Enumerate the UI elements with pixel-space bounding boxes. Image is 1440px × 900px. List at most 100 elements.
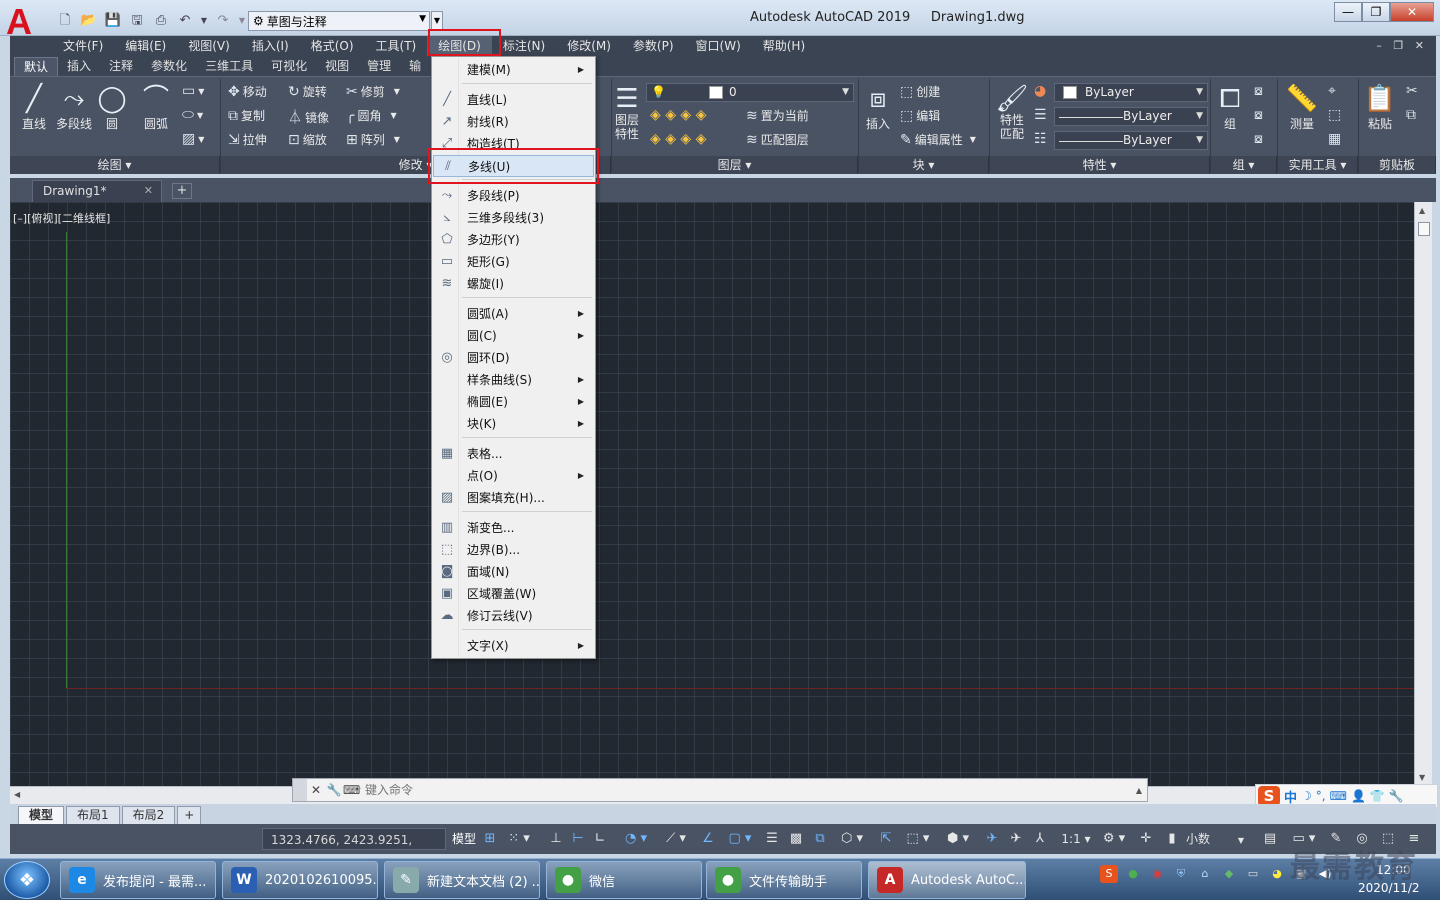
layer-tools-row-2[interactable]: ◈ ◈ ◈ ◈ [650,131,706,147]
transparency-icon[interactable]: ▩ [786,829,806,849]
shield-icon[interactable]: ⛨ [1172,865,1190,883]
utility-tool-1[interactable]: ⌖ [1328,83,1336,99]
fillet-tool-button[interactable]: ╭ 圆角 ▼ [346,107,397,124]
clipboard-panel-footer[interactable]: 剪贴板 [1359,156,1436,174]
snap-icon[interactable]: ⁙ ▾ [504,829,534,849]
layout-tab-1[interactable]: 布局1 [66,806,120,824]
ime-language[interactable]: 中 [1284,787,1297,806]
qq-icon[interactable]: ◕ [1268,865,1286,883]
menu-item-7[interactable]: 标注(N) [492,36,556,56]
draw-menu-item-13[interactable]: 样条曲线(S) ▶ [433,369,594,391]
match-layer-button[interactable]: ≋ 匹配图层 [746,131,809,148]
paste-button[interactable]: 📋 粘贴 [1358,83,1402,132]
ribbon-tab-3[interactable]: 参数化 [142,57,196,76]
close-button[interactable]: ✕ [1390,2,1434,22]
utility-tool-3[interactable]: ▦ [1328,131,1341,147]
linetype-select[interactable]: ByLayer ▼ [1054,107,1208,126]
open-file-icon[interactable]: 📂 [80,13,98,29]
ribbon-tab-8[interactable]: 输 [400,57,430,76]
create-block-button[interactable]: ⬚ 创建 [900,83,940,100]
drawing-tab[interactable]: Drawing1* ✕ [32,180,162,202]
scroll-down-icon[interactable]: ▼ [1419,773,1425,782]
annotation-visibility-icon[interactable]: ✈ [982,829,1002,849]
draw-menu-item-11[interactable]: 圆(C) ▶ [433,325,594,347]
customize-qat-button[interactable]: ▼ [431,11,443,31]
group-tool-3[interactable]: ⧇ [1254,131,1263,147]
minimize-button[interactable]: — [1334,2,1362,22]
draw-menu-item-0[interactable]: 建模(M) ▶ [433,59,594,81]
layer-properties-button[interactable]: ☰ 图层 特性 [604,83,650,141]
save-icon[interactable]: 💾 [104,13,122,29]
layer-panel-footer[interactable]: 图层 ▾ [612,156,858,174]
tools-icon[interactable]: 🔧 [1389,789,1404,803]
window-tray-icon[interactable]: ▭ [1244,865,1262,883]
draw-menu-item-8[interactable]: ▭ 矩形(G) [433,251,594,273]
line-tool-button[interactable]: ╱ 直线 [12,83,56,132]
taskbar-item-3[interactable]: ● 微信 [546,861,702,899]
sogou-logo-icon[interactable]: S [1258,786,1280,806]
layer-tools-row-1[interactable]: ◈ ◈ ◈ ◈ [650,107,706,123]
add-layout-button[interactable]: + [177,806,202,824]
close-icon[interactable]: ✕ [307,783,325,797]
groups-panel-footer[interactable]: 组 ▾ [1211,156,1277,174]
trim-tool-button[interactable]: ✂ 修剪 ▼ [346,83,400,100]
application-menu-button[interactable]: A▼ [6,4,48,45]
utility-tool-2[interactable]: ⬚ [1328,107,1341,123]
menu-item-11[interactable]: 帮助(H) [752,36,816,56]
units-icon[interactable]: ▮ [1162,829,1182,849]
wrench-icon[interactable]: 🔧 [325,783,343,797]
new-file-icon[interactable]: 🗋 [56,13,74,29]
model-space-button[interactable]: 模型 [450,829,478,849]
draw-menu-item-20[interactable]: ⬚ 边界(B)... [433,539,594,561]
dynamic-ucs-icon[interactable]: ⇱ [876,829,896,849]
command-history-icon[interactable]: ▲ [1131,786,1147,795]
utilities-panel-footer[interactable]: 实用工具 ▾ [1278,156,1358,174]
3d-snap-icon[interactable]: ⬡ ▾ [834,829,870,849]
draw-menu-item-12[interactable]: ◎ 圆环(D) [433,347,594,369]
draw-menu-item-10[interactable]: 圆弧(A) ▶ [433,303,594,325]
scroll-up-icon[interactable]: ▲ [1419,206,1425,215]
menu-item-4[interactable]: 格式(O) [300,36,365,56]
hatch-tool-button[interactable]: ▨ ▼ [182,131,204,147]
command-input[interactable] [361,780,1131,800]
ribbon-tab-1[interactable]: 插入 [58,57,100,76]
lineweight-select[interactable]: ByLayer ▼ [1054,131,1208,150]
measure-button[interactable]: 📏 测量 [1280,83,1324,132]
menu-item-5[interactable]: 工具(T) [365,36,428,56]
menu-item-2[interactable]: 视图(V) [177,36,241,56]
object-snap-tracking-icon[interactable]: ∠ [698,829,718,849]
gizmo-icon[interactable]: ⬢ ▾ [940,829,976,849]
draw-menu-item-18[interactable]: ▨ 图案填充(H)... [433,487,594,509]
array-tool-button[interactable]: ⊞ 阵列 ▼ [346,131,400,148]
ribbon-tab-4[interactable]: 三维工具 [196,57,262,76]
taskbar-item-0[interactable]: e 发布提问 - 最需... [60,861,216,899]
group-tool-1[interactable]: ⧇ [1254,83,1263,99]
move-tool-button[interactable]: ✥ 移动 [228,83,267,100]
set-current-layer-button[interactable]: ≋ 置为当前 [746,107,809,124]
command-prompt-icon[interactable]: ⌨▾ [343,783,366,797]
annotation-scale-select[interactable]: 1:1 ▾ [1056,829,1096,849]
grid-icon[interactable]: ⊞ [480,829,500,849]
selection-cycling-icon[interactable]: ⧉ [810,829,830,849]
ribbon-tab-6[interactable]: 视图 [316,57,358,76]
drawing-canvas[interactable]: [–][俯视][二维线框] [10,202,1414,786]
copy-clip-button[interactable]: ⧉ [1406,107,1416,123]
nvidia-icon[interactable]: ◆ [1220,865,1238,883]
workspace-select[interactable]: ⚙ 草图与注释 ▼ [248,11,430,31]
scroll-left-icon[interactable]: ◀ [14,790,20,799]
sogou-tray-icon[interactable]: S [1100,865,1118,883]
vertical-scrollbar[interactable]: ▲ ▼ [1414,202,1432,786]
draw-panel-footer[interactable]: 绘图 ▾ [10,156,220,174]
object-snap-icon[interactable]: ▢ ▾ [722,829,758,849]
menu-item-1[interactable]: 编辑(E) [114,36,177,56]
new-drawing-tab-button[interactable]: + [172,183,192,199]
cut-button[interactable]: ✂ [1406,83,1418,99]
draw-menu-item-1[interactable]: ╱ 直线(L) [433,89,594,111]
draw-menu-item-15[interactable]: 块(K) ▶ [433,413,594,435]
workspace-switch-icon[interactable]: ⚙ ▾ [1096,829,1132,849]
draw-menu-item-6[interactable]: ⦣ 三维多段线(3) [433,207,594,229]
menu-item-8[interactable]: 修改(M) [556,36,622,56]
draw-menu-item-23[interactable]: ☁ 修订云线(V) [433,605,594,627]
draw-menu-item-2[interactable]: ↗ 射线(R) [433,111,594,133]
maximize-button[interactable]: ❐ [1362,2,1390,22]
